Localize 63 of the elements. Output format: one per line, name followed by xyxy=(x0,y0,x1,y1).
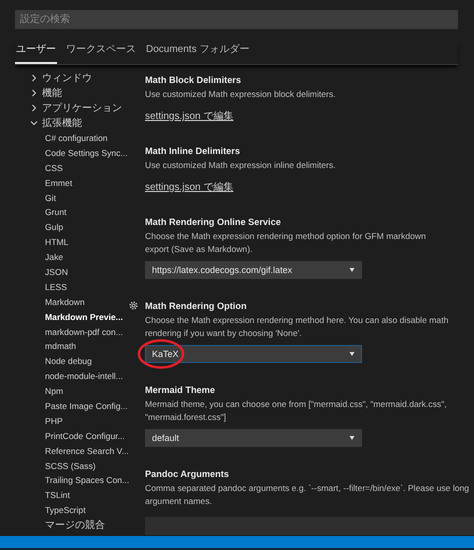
caret-icon xyxy=(349,435,355,441)
setting-title: Mermaid Theme xyxy=(145,384,216,397)
setting-description: rendering if you want by choosing 'None'. xyxy=(145,327,303,340)
tree-item[interactable]: Grunt xyxy=(0,205,145,220)
setting-description: Comma separated pandoc arguments e.g. `--smart, --filter=/bin/exe`. Please use long xyxy=(145,482,470,495)
tree-item[interactable]: Trailing Spaces Con... xyxy=(0,473,145,488)
tree-item[interactable]: TypeScript xyxy=(0,502,145,518)
setting-description: argument names. xyxy=(145,495,213,508)
setting-title: Pandoc Arguments xyxy=(145,468,230,481)
tree-item[interactable]: CSS xyxy=(0,160,145,176)
tree-item[interactable]: Gulp xyxy=(0,220,145,235)
dropdown[interactable]: default xyxy=(145,429,362,447)
chevron-down-icon xyxy=(30,119,38,128)
setting-title: Math Rendering Online Service xyxy=(145,216,282,229)
tree-item[interactable]: 機能 xyxy=(0,86,145,101)
tree-item[interactable]: C# configuration xyxy=(0,130,145,146)
tab[interactable]: ユーザー xyxy=(15,40,57,64)
input-field[interactable] xyxy=(145,517,474,535)
tree-item[interactable]: 拡張機能 xyxy=(0,116,145,131)
gear-icon[interactable] xyxy=(128,300,139,311)
caret-icon xyxy=(349,351,355,357)
tree-item[interactable]: Markdown xyxy=(0,294,145,310)
setting-description: Use customized Math expression inline delimiters. xyxy=(145,159,337,172)
caret-icon xyxy=(349,267,355,273)
dropdown[interactable]: KaTeX xyxy=(145,345,362,363)
setting-description: Use customized Math expression block delimiters. xyxy=(145,88,337,101)
edit-link[interactable]: settings.json で編集 xyxy=(145,180,234,194)
tree-item[interactable]: Paste Image Config... xyxy=(0,398,145,414)
tree-item[interactable]: HTML xyxy=(0,234,145,250)
tree-item[interactable]: Reference Search V... xyxy=(0,443,145,458)
setting-title: Math Block Delimiters xyxy=(145,74,242,87)
setting-title: Math Rendering Option xyxy=(145,300,248,313)
tree-item[interactable]: node-module-intell... xyxy=(0,368,145,384)
tree-item[interactable]: mdmath xyxy=(0,339,145,354)
tree-item[interactable]: Node debug xyxy=(0,354,145,369)
setting-description: Choose the Math expression rendering method here. You can also disable math xyxy=(145,314,450,327)
search-field[interactable]: 設定の検索 xyxy=(15,10,458,29)
tab-suffix: フォルダー xyxy=(200,43,250,56)
tree-item[interactable]: markdown-pdf con... xyxy=(0,324,145,340)
tree-item[interactable]: PHP xyxy=(0,413,145,428)
tree-item[interactable]: SCSS (Sass) xyxy=(0,458,145,474)
tree-item[interactable]: Code Settings Sync... xyxy=(0,145,145,160)
setting-description: Mermaid theme, you can choose one from ["mermaid.css", "mermaid.dark.css", xyxy=(145,398,448,411)
tree-item[interactable]: アプリケーション xyxy=(0,100,145,116)
setting-title: Math Inline Delimiters xyxy=(145,145,241,158)
tab[interactable]: Documents フォルダー xyxy=(145,40,251,64)
tree-item[interactable]: Jake xyxy=(0,250,145,265)
tree-item[interactable]: マージの競合 xyxy=(0,518,145,533)
tab[interactable]: ワークスペース xyxy=(65,40,137,64)
setting-description: export (Save as Markdown). xyxy=(145,243,254,256)
tree-item[interactable]: JSON xyxy=(0,264,145,280)
tree-item[interactable]: Emmet xyxy=(0,175,145,190)
edit-link[interactable]: settings.json で編集 xyxy=(145,109,234,123)
tree-item[interactable]: Git xyxy=(0,190,145,206)
tree-item[interactable]: ウィンドウ xyxy=(0,71,145,86)
setting-description: "mermaid.forest.css"] xyxy=(145,411,228,424)
tree-item[interactable]: TSLint xyxy=(0,488,145,503)
tree-item[interactable]: Npm xyxy=(0,384,145,399)
tree-item[interactable]: LESS xyxy=(0,279,145,294)
tree-item[interactable]: Markdown Previe... xyxy=(0,309,145,324)
dropdown[interactable]: https://latex.codecogs.com/gif.latex xyxy=(145,261,362,279)
setting-description: Choose the Math expression rendering method option for GFM markdown xyxy=(145,230,427,243)
tree-item[interactable]: PrintCode Configur... xyxy=(0,428,145,444)
